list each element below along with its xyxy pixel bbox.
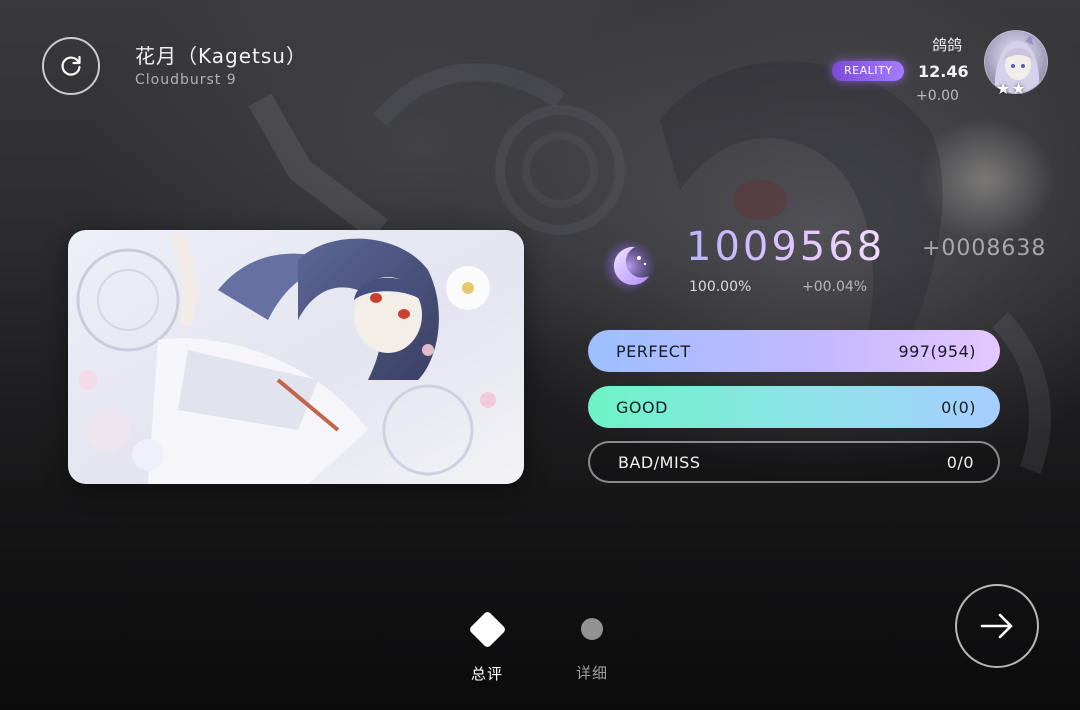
ranking-score: 12.46 bbox=[918, 62, 969, 81]
score-delta: +0008638 bbox=[922, 236, 1047, 261]
judgement-bad-miss-value: 0/0 bbox=[946, 452, 974, 472]
restart-icon bbox=[61, 55, 81, 76]
ranking-score-delta: +0.00 bbox=[916, 88, 959, 104]
judgement-good: GOOD 0(0) bbox=[588, 386, 1000, 428]
tab-detail-label: 详细 bbox=[575, 664, 608, 682]
accuracy-delta: +00.04% bbox=[802, 279, 868, 295]
judgement-bad-miss: BAD/MISS 0/0 bbox=[588, 441, 1000, 483]
moon-grade-icon bbox=[602, 239, 656, 293]
next-button[interactable] bbox=[955, 584, 1039, 668]
cover-illustration bbox=[68, 230, 524, 484]
player-name: 鸽鸽 bbox=[931, 36, 962, 54]
accuracy: 100.00% bbox=[689, 279, 752, 295]
judgement-perfect-value: 997(954) bbox=[898, 341, 976, 361]
tab-detail[interactable]: 详细 bbox=[569, 606, 615, 683]
arrow-right-icon bbox=[980, 613, 1013, 639]
tab-summary[interactable]: 总评 bbox=[464, 606, 510, 684]
result-screen: 花月（Kagetsu） Cloudburst 9 鸽鸽 REALITY 12.4… bbox=[0, 0, 1080, 710]
diamond-icon bbox=[467, 610, 507, 649]
song-cover-art bbox=[68, 230, 524, 484]
judgement-good-label: GOOD bbox=[616, 397, 668, 417]
song-difficulty: Cloudburst 9 bbox=[135, 72, 237, 88]
avatar-stars: ★★ bbox=[996, 79, 1027, 98]
dot-icon bbox=[581, 618, 603, 640]
reality-badge: REALITY bbox=[832, 61, 905, 81]
tab-summary-label: 总评 bbox=[470, 665, 503, 683]
judgement-perfect-label: PERFECT bbox=[616, 341, 691, 361]
judgement-good-value: 0(0) bbox=[941, 397, 976, 417]
judgement-perfect: PERFECT 997(954) bbox=[588, 330, 1000, 372]
judgement-bad-miss-label: BAD/MISS bbox=[618, 452, 701, 472]
song-title: 花月（Kagetsu） bbox=[135, 44, 307, 68]
score: 1009568 bbox=[686, 224, 886, 270]
restart-button[interactable] bbox=[42, 37, 100, 95]
